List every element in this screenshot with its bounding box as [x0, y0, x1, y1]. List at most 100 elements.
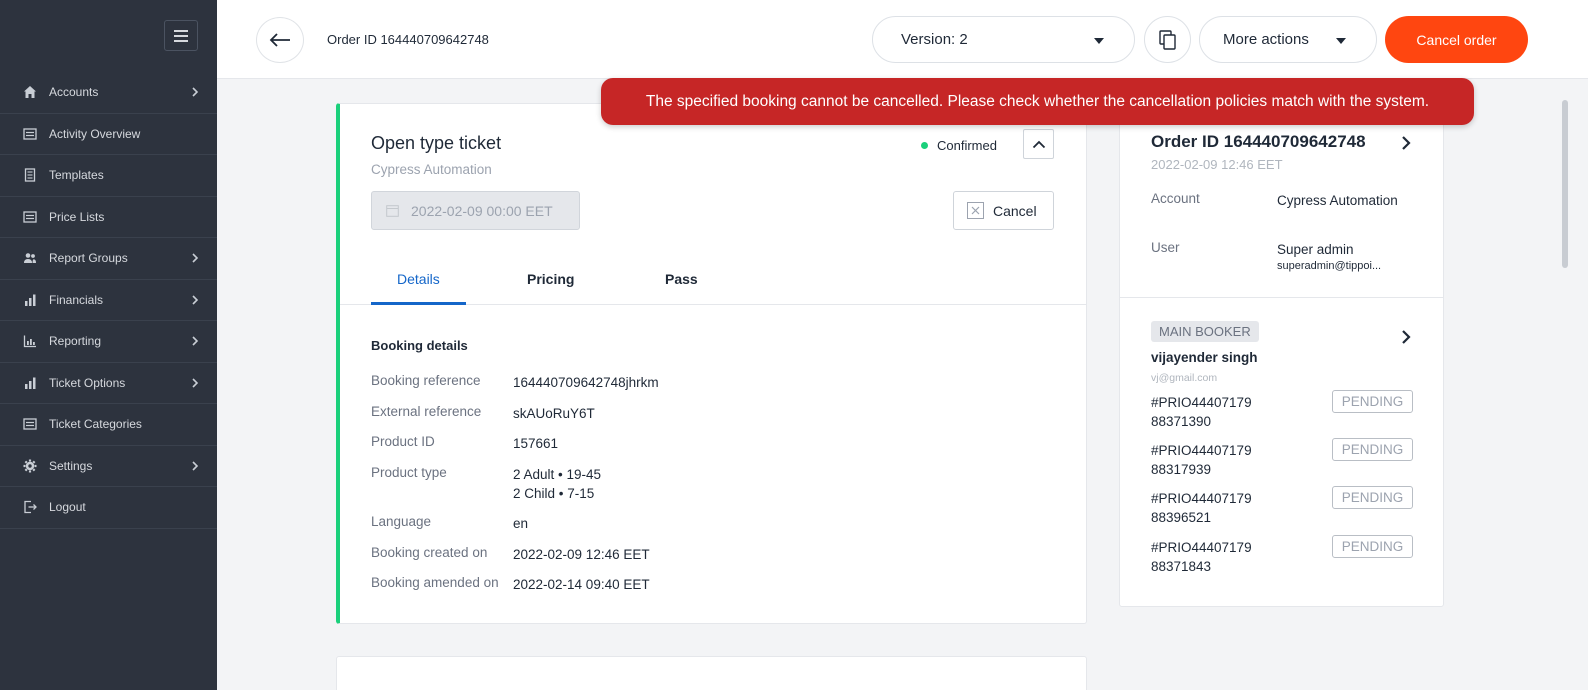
ticket-card: Open type ticket Cypress Automation Conf…	[336, 103, 1087, 624]
ticket-reference[interactable]: #PRIO44407179 88371390	[1151, 393, 1281, 431]
ticket-ref-line: #PRIO44407179	[1151, 540, 1252, 555]
sidebar-item-label: Report Groups	[49, 251, 128, 266]
sidebar-item-reporting[interactable]: Reporting	[0, 321, 217, 363]
page-scrollbar[interactable]	[1562, 100, 1568, 268]
list-icon	[22, 210, 38, 224]
cancel-ticket-label: Cancel	[993, 202, 1037, 219]
sidebar-item-report-groups[interactable]: Report Groups	[0, 238, 217, 280]
ticket-subtitle: Cypress Automation	[371, 162, 492, 177]
detail-label: Language	[371, 514, 432, 529]
sidebar-item-ticket-categories[interactable]: Ticket Categories	[0, 404, 217, 446]
sidebar-item-price-lists[interactable]: Price Lists	[0, 197, 217, 238]
sidebar-item-label: Price Lists	[49, 209, 105, 224]
detail-label: Product ID	[371, 434, 435, 449]
sidebar-item-templates[interactable]: Templates	[0, 155, 217, 197]
account-value: Cypress Automation	[1277, 193, 1398, 208]
detail-label: Booking reference	[371, 373, 481, 388]
ticket-reference[interactable]: #PRIO44407179 88317939	[1151, 441, 1281, 479]
sidebar-item-financials[interactable]: Financials	[0, 280, 217, 321]
version-dropdown[interactable]: Version: 2	[872, 16, 1135, 63]
user-email: superadmin@tippoi...	[1277, 260, 1382, 272]
sidebar-nav: Accounts Activity Overview Templates Pri…	[0, 72, 217, 529]
ticket-reference[interactable]: #PRIO44407179 88371843	[1151, 538, 1281, 576]
sidebar-item-activity-overview[interactable]: Activity Overview	[0, 114, 217, 155]
detail-value: 157661	[513, 436, 559, 451]
detail-value: 2022-02-14 09:40 EET	[513, 577, 650, 592]
chevron-right-icon[interactable]	[1401, 329, 1411, 345]
caret-down-icon	[1336, 38, 1346, 44]
detail-label: Booking amended on	[371, 575, 499, 590]
detail-booking-amended: Booking amended on 2022-02-14 09:40 EET	[371, 575, 650, 594]
chart-icon	[22, 334, 38, 348]
sidebar-item-label: Templates	[49, 168, 104, 183]
copy-button[interactable]	[1144, 16, 1191, 63]
product-type-line: 2 Child • 7-15	[513, 486, 595, 501]
tab-pricing[interactable]: Pricing	[527, 271, 574, 287]
detail-value: en	[513, 516, 529, 531]
status-dot-icon	[921, 142, 928, 149]
chevron-right-icon[interactable]	[1401, 135, 1411, 151]
sidebar-item-ticket-options[interactable]: Ticket Options	[0, 363, 217, 404]
calendar-icon	[386, 205, 399, 217]
chevron-right-icon	[192, 460, 199, 471]
list-icon	[22, 127, 38, 141]
detail-product-id: Product ID 157661	[371, 434, 558, 453]
sidebar-item-label: Ticket Options	[49, 375, 126, 390]
logout-icon	[22, 500, 38, 514]
version-label: Version: 2	[901, 31, 968, 48]
bar-chart-icon	[22, 376, 38, 390]
arrow-left-icon	[269, 33, 290, 47]
collapse-button[interactable]	[1023, 129, 1054, 159]
detail-booking-reference: Booking reference 164440709642748jhrkm	[371, 373, 659, 392]
sidebar: Accounts Activity Overview Templates Pri…	[0, 0, 217, 690]
cancel-order-button[interactable]: Cancel order	[1385, 16, 1528, 63]
user-value: Super admin superadmin@tippoi...	[1277, 240, 1407, 273]
detail-value: 164440709642748jhrkm	[513, 375, 659, 390]
sidebar-item-label: Activity Overview	[49, 126, 141, 141]
top-header: Order ID 164440709642748 Version: 2 More…	[217, 0, 1588, 79]
caret-down-icon	[1094, 38, 1104, 44]
chevron-right-icon	[192, 87, 199, 97]
sidebar-item-settings[interactable]: Settings	[0, 446, 217, 487]
more-actions-dropdown[interactable]: More actions	[1199, 16, 1377, 63]
detail-label: Product type	[371, 465, 447, 480]
detail-language: Language en	[371, 514, 528, 533]
order-user-row: User Super admin superadmin@tippoi...	[1151, 240, 1441, 280]
tab-pass[interactable]: Pass	[665, 271, 698, 287]
account-label: Account	[1151, 191, 1200, 206]
back-button[interactable]	[256, 17, 304, 63]
detail-value: 2 Adult • 19-45 2 Child • 7-15	[513, 465, 601, 503]
ticket-tabs: Details Pricing Pass	[340, 255, 1087, 305]
ticket-title: Open type ticket	[371, 133, 502, 153]
order-summary-panel: Order ID 164440709642748 2022-02-09 12:4…	[1119, 103, 1444, 607]
ticket-ref-line: 88371843	[1151, 559, 1212, 574]
tab-details[interactable]: Details	[397, 271, 440, 287]
booker-name: vijayender singh	[1151, 350, 1258, 365]
chevron-right-icon	[192, 294, 199, 305]
booking-details-heading: Booking details	[371, 338, 468, 353]
cancel-ticket-button[interactable]: Cancel	[953, 191, 1054, 230]
order-summary-title[interactable]: Order ID 164440709642748	[1151, 132, 1366, 152]
order-summary-date: 2022-02-09 12:46 EET	[1151, 157, 1283, 172]
detail-value: skAUoRuY6T	[513, 406, 595, 421]
error-toast[interactable]: The specified booking cannot be cancelle…	[601, 78, 1474, 125]
ticket-date-field: 2022-02-09 00:00 EET	[371, 191, 580, 230]
sidebar-item-label: Settings	[49, 458, 93, 473]
bar-chart-icon	[22, 293, 38, 307]
menu-toggle-button[interactable]	[164, 20, 198, 51]
order-account-row: Account Cypress Automation	[1151, 191, 1441, 231]
detail-value: 2022-02-09 12:46 EET	[513, 547, 650, 562]
users-icon	[22, 251, 38, 265]
chevron-right-icon	[192, 336, 199, 346]
detail-product-type: Product type 2 Adult • 19-45 2 Child • 7…	[371, 465, 601, 503]
status-label: Confirmed	[937, 138, 997, 153]
detail-external-reference: External reference skAUoRuY6T	[371, 404, 595, 423]
user-name: Super admin	[1277, 242, 1354, 257]
sidebar-item-logout[interactable]: Logout	[0, 487, 217, 529]
sidebar-item-accounts[interactable]: Accounts	[0, 72, 217, 114]
ticket-reference[interactable]: #PRIO44407179 88396521	[1151, 489, 1281, 527]
more-actions-label: More actions	[1223, 31, 1309, 48]
ticket-ref-line: #PRIO44407179	[1151, 443, 1252, 458]
status-badge: PENDING	[1332, 486, 1413, 509]
chevron-right-icon	[192, 253, 199, 263]
